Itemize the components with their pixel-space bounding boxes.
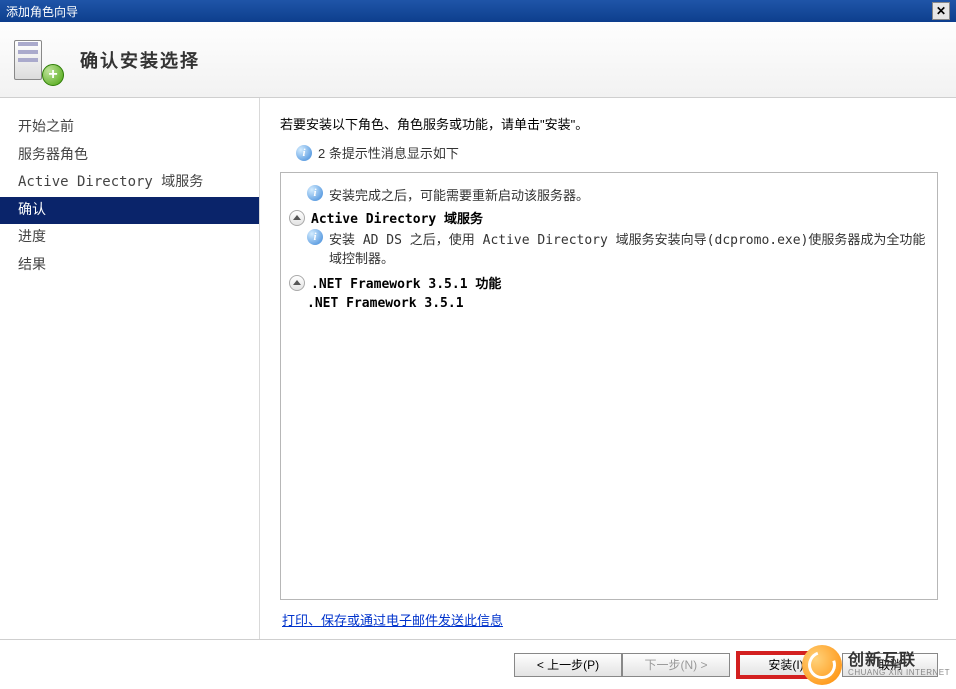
- hint-text: 2 条提示性消息显示如下: [318, 143, 459, 162]
- window-title: 添加角色向导: [6, 3, 78, 20]
- print-save-link[interactable]: 打印、保存或通过电子邮件发送此信息: [280, 608, 938, 629]
- close-button[interactable]: ✕: [932, 2, 950, 20]
- hint-line: i 2 条提示性消息显示如下: [296, 143, 938, 162]
- sidebar-item-ad-ds[interactable]: Active Directory 域服务: [0, 169, 259, 197]
- page-heading: 确认安装选择: [80, 47, 200, 73]
- title-bar: 添加角色向导 ✕: [0, 0, 956, 22]
- chevron-up-icon[interactable]: [289, 275, 305, 291]
- sidebar-item-results[interactable]: 结果: [0, 252, 259, 280]
- sidebar-item-before-begin[interactable]: 开始之前: [0, 114, 259, 142]
- wizard-header: + 确认安装选择: [0, 22, 956, 98]
- section-title-adds: Active Directory 域服务: [311, 208, 483, 227]
- server-add-icon: +: [14, 36, 62, 84]
- content-pane: 若要安装以下角色、角色服务或功能，请单击"安装"。 i 2 条提示性消息显示如下…: [260, 98, 956, 639]
- adds-install-note: 安装 AD DS 之后，使用 Active Directory 域服务安装向导(…: [329, 229, 929, 267]
- info-icon: i: [296, 145, 312, 161]
- wizard-steps-sidebar: 开始之前 服务器角色 Active Directory 域服务 确认 进度 结果: [0, 98, 260, 639]
- netfx-child: .NET Framework 3.5.1: [307, 296, 929, 311]
- next-button: 下一步(N) >: [622, 653, 730, 677]
- info-icon: i: [307, 229, 323, 245]
- previous-button[interactable]: < 上一步(P): [514, 653, 622, 677]
- restart-note: 安装完成之后，可能需要重新启动该服务器。: [329, 185, 589, 204]
- chevron-up-icon[interactable]: [289, 210, 305, 226]
- wizard-footer: < 上一步(P) 下一步(N) > 安装(I) 取消: [0, 639, 956, 689]
- sidebar-item-server-roles[interactable]: 服务器角色: [0, 142, 259, 170]
- sidebar-item-confirmation[interactable]: 确认: [0, 197, 259, 225]
- sidebar-item-progress[interactable]: 进度: [0, 224, 259, 252]
- summary-box: i 安装完成之后，可能需要重新启动该服务器。 Active Directory …: [280, 172, 938, 600]
- intro-text: 若要安装以下角色、角色服务或功能，请单击"安装"。: [280, 114, 938, 133]
- cancel-button[interactable]: 取消: [842, 653, 938, 677]
- install-button[interactable]: 安装(I): [738, 653, 834, 677]
- info-icon: i: [307, 185, 323, 201]
- section-title-netfx: .NET Framework 3.5.1 功能: [311, 273, 501, 292]
